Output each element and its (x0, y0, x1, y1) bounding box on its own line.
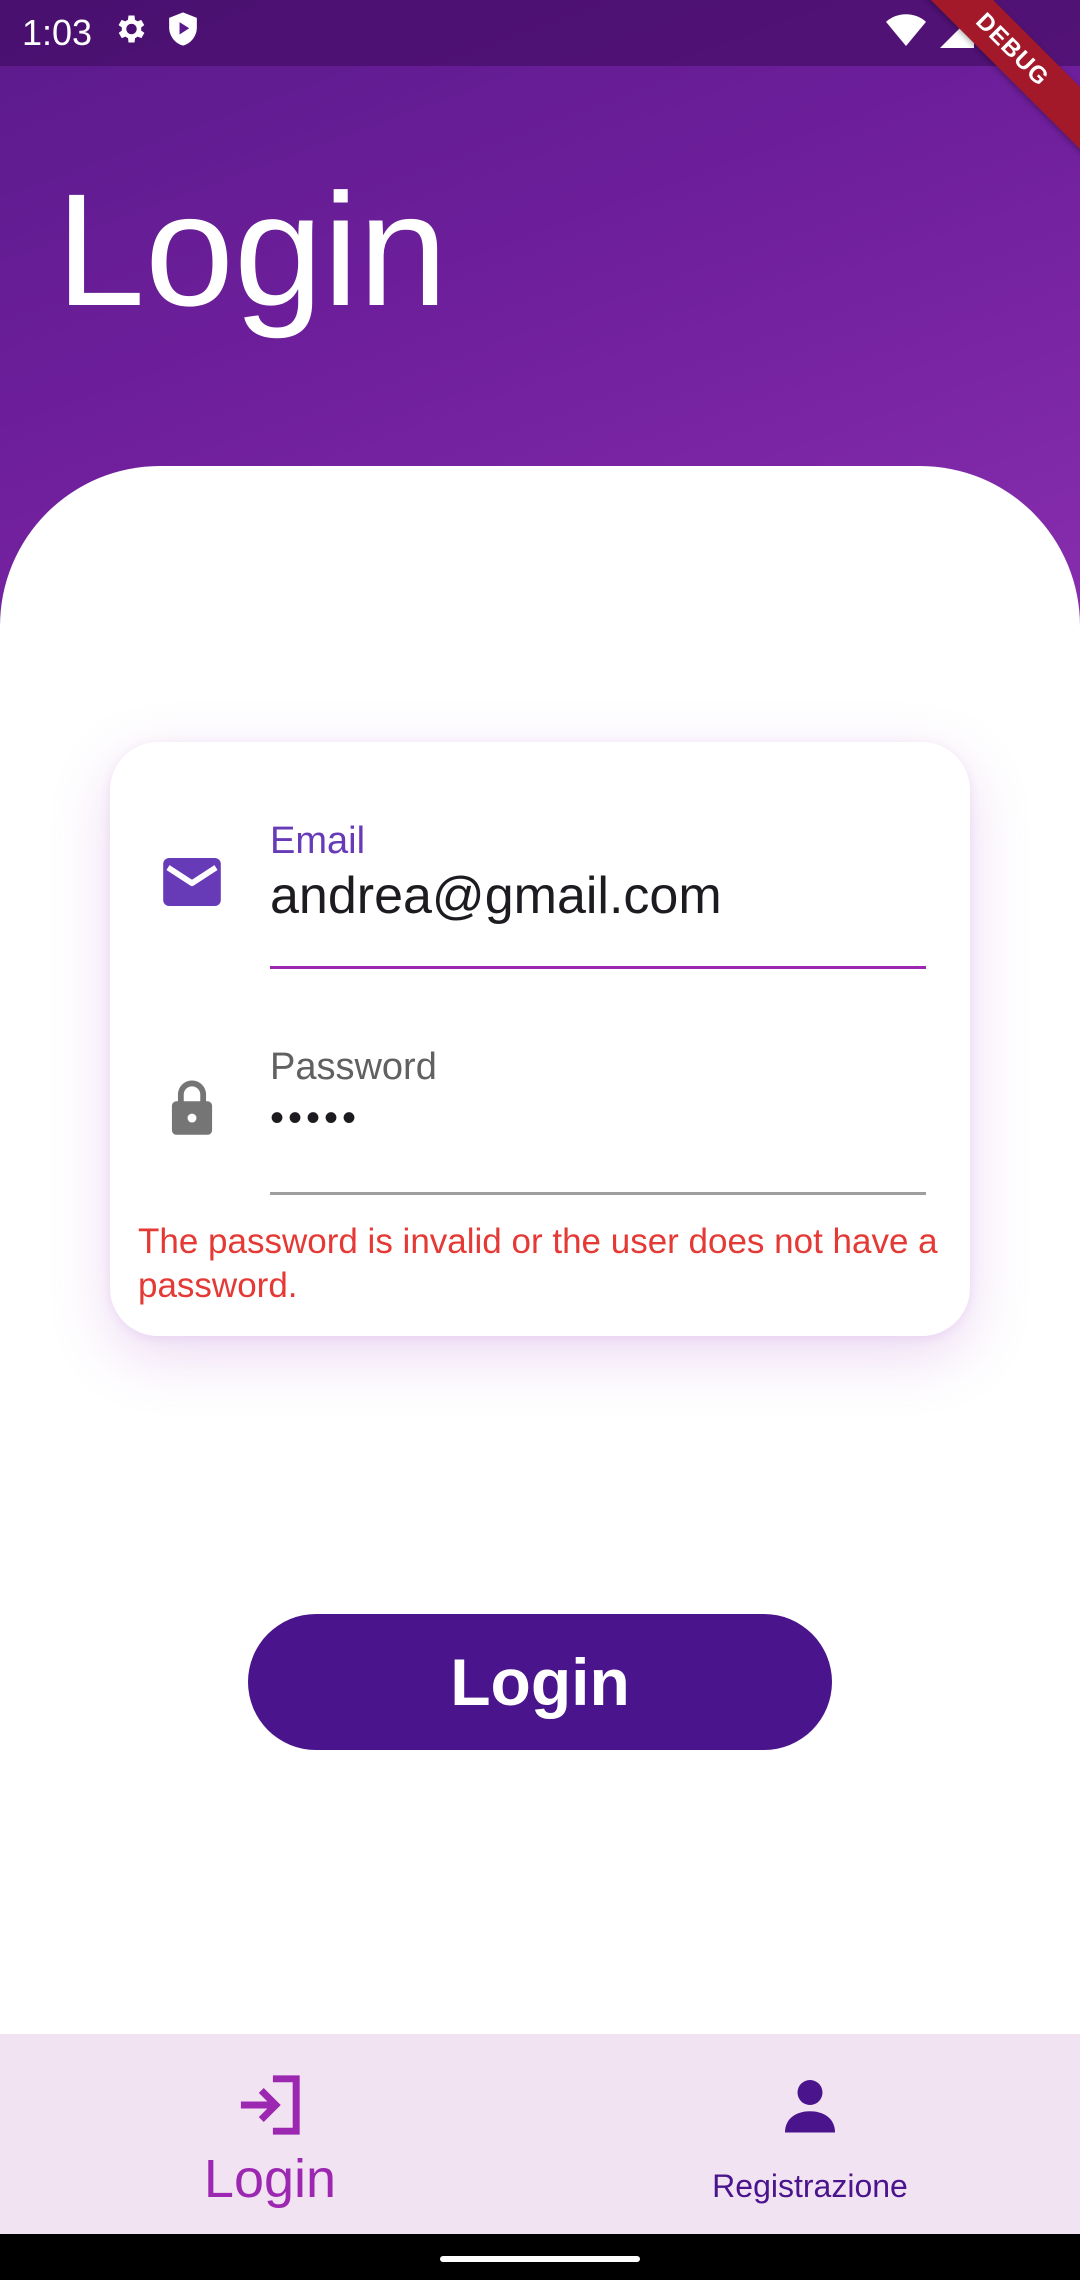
password-error-message: The password is invalid or the user does… (138, 1222, 938, 1305)
wifi-icon (886, 13, 926, 58)
screen: 1:03 DEBUG Login Email andrea@gmail.com … (0, 0, 1080, 2280)
nav-label-login: Login (203, 2149, 337, 2209)
nav-item-registrazione[interactable]: Registrazione (540, 2034, 1080, 2234)
email-underline (270, 966, 926, 969)
login-form-card: Email andrea@gmail.com Password ••••• Th… (110, 742, 970, 1336)
password-field[interactable]: Password ••••• (270, 1046, 926, 1198)
email-value: andrea@gmail.com (270, 867, 722, 925)
settings-icon (112, 11, 148, 56)
status-time: 1:03 (22, 12, 93, 53)
login-button[interactable]: Login (248, 1614, 832, 1750)
password-label: Password (270, 1046, 437, 1088)
email-field[interactable]: Email andrea@gmail.com (270, 820, 926, 972)
login-arrow-icon (234, 2070, 306, 2140)
system-gesture-bar (0, 2234, 1080, 2280)
nav-item-login[interactable]: Login (0, 2034, 540, 2234)
status-icons-left (112, 11, 200, 56)
page-title: Login (56, 160, 448, 339)
mail-icon (162, 852, 222, 912)
nav-label-registrazione: Registrazione (712, 2168, 908, 2204)
shield-play-icon (166, 11, 200, 56)
password-value: ••••• (270, 1096, 361, 1140)
email-label: Email (270, 820, 366, 862)
status-bar: 1:03 (0, 0, 1080, 66)
person-icon (780, 2070, 840, 2140)
bottom-navigation: Login Registrazione (0, 2034, 1080, 2234)
home-gesture-handle[interactable] (440, 2256, 640, 2262)
lock-icon (162, 1078, 222, 1138)
password-underline (270, 1192, 926, 1195)
